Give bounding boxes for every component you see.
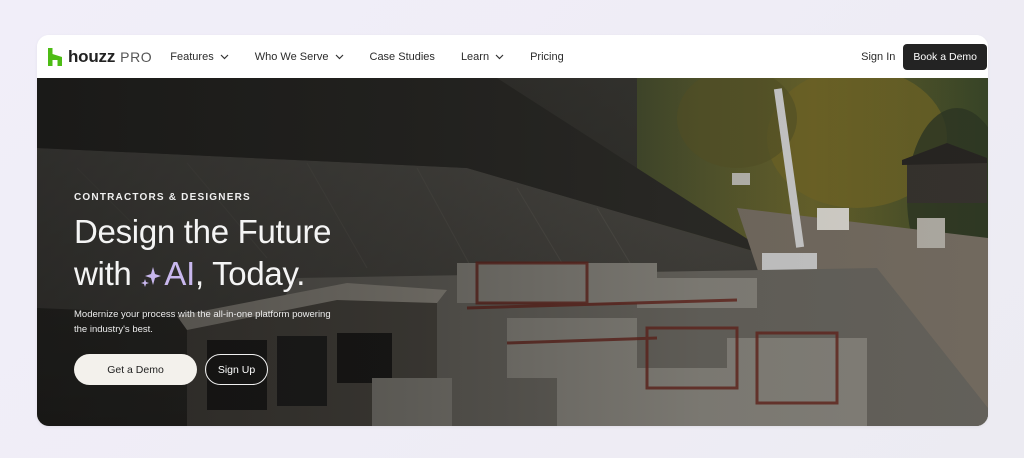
headline-line1: Design the Future: [74, 213, 332, 250]
brand-suffix: PRO: [120, 48, 153, 65]
nav-case-studies[interactable]: Case Studies: [370, 51, 435, 63]
nav-who-we-serve-label: Who We Serve: [254, 50, 329, 63]
page-frame: houzz PRO Features Who We Serve Case Stu…: [37, 35, 988, 426]
book-demo-button[interactable]: Book a Demo: [903, 43, 987, 70]
sign-up-button[interactable]: Sign Up: [205, 354, 268, 385]
nav-case-studies-label: Case Studies: [369, 50, 435, 63]
sparkle-icon: [141, 267, 162, 287]
nav-who-we-serve[interactable]: Who We Serve: [255, 51, 344, 63]
sign-in-link[interactable]: Sign In: [861, 51, 895, 63]
chevron-down-icon: [495, 54, 504, 59]
chevron-down-icon: [335, 54, 343, 59]
headline-end: , Today.: [194, 255, 306, 292]
hero-headline: Design the Future with AI, Today.: [74, 211, 334, 295]
hero-eyebrow: CONTRACTORS & DESIGNERS: [74, 192, 251, 203]
nav-pricing[interactable]: Pricing: [530, 51, 564, 63]
headline-ai: AI: [164, 255, 195, 292]
hero-cta-row: Get a Demo Sign Up: [74, 354, 334, 385]
brand-name: houzz: [68, 46, 116, 66]
hero-content: CONTRACTORS & DESIGNERS Design the Futur…: [74, 192, 334, 385]
chevron-down-icon: [220, 54, 229, 59]
nav-features[interactable]: Features: [170, 50, 229, 63]
nav-actions: Sign In Book a Demo: [861, 43, 988, 70]
hero-section: CONTRACTORS & DESIGNERS Design the Futur…: [37, 78, 988, 426]
nav-pricing-label: Pricing: [530, 50, 564, 63]
headline-with: with: [74, 255, 141, 292]
nav-learn-label: Learn: [460, 50, 490, 63]
houzz-pro-logo[interactable]: houzz PRO: [48, 47, 152, 67]
nav-features-label: Features: [170, 50, 214, 63]
nav-learn[interactable]: Learn: [461, 51, 504, 63]
get-demo-button[interactable]: Get a Demo: [74, 354, 197, 385]
nav-links: Features Who We Serve Case Studies Learn…: [170, 51, 589, 63]
top-navbar: houzz PRO Features Who We Serve Case Stu…: [37, 35, 988, 78]
hero-subtext: Modernize your process with the all-in-o…: [74, 309, 331, 335]
houzz-logo-icon: [48, 47, 62, 66]
